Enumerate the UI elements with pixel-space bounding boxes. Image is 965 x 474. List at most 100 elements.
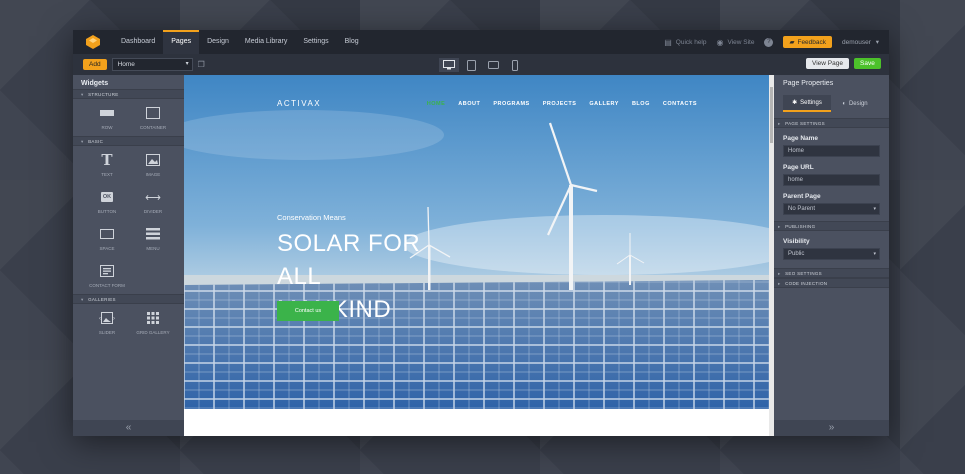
page-url-input[interactable]: home <box>783 174 880 186</box>
text-icon: T <box>101 151 113 169</box>
collapse-right-panel-button[interactable]: » <box>774 420 889 436</box>
section-basic[interactable]: ▾ BASIC <box>73 136 184 146</box>
phone-icon[interactable] <box>505 58 525 72</box>
quick-help-label: Quick help <box>675 38 707 46</box>
quick-help-link[interactable]: ▤ Quick help <box>664 38 706 47</box>
widget-grid-gallery[interactable]: GRID GALLERY <box>130 310 176 335</box>
properties-tabs: ✱ Settings ◐ Design <box>783 95 880 112</box>
feedback-label: Feedback <box>797 38 827 46</box>
nav-blog[interactable]: Blog <box>337 30 367 54</box>
nav-design[interactable]: Design <box>199 30 237 54</box>
site-menu-home[interactable]: HOME <box>427 101 446 107</box>
slider-icon: ‹ › <box>99 310 115 326</box>
page-name-input[interactable]: Home <box>783 145 880 157</box>
nav-media-library[interactable]: Media Library <box>237 30 295 54</box>
widget-container[interactable]: CONTAINER <box>130 105 176 130</box>
save-button[interactable]: Save <box>854 58 881 69</box>
top-navbar: Dashboard Pages Design Media Library Set… <box>73 30 889 54</box>
widget-menu-label: MENU <box>146 246 160 251</box>
user-menu[interactable]: demouser ▾ <box>842 38 879 46</box>
row-icon <box>100 105 114 121</box>
section-code-label: CODE INJECTION <box>785 281 828 286</box>
desktop-icon[interactable] <box>439 58 459 72</box>
hero-subtitle[interactable]: Conservation Means <box>277 213 346 222</box>
site-menu-blog[interactable]: BLOG <box>632 101 650 107</box>
page-properties-title: Page Properties <box>783 80 834 87</box>
site-menu: HOME ABOUT PROGRAMS PROJECTS GALLERY BLO… <box>414 101 697 107</box>
section-page-settings[interactable]: ▸ PAGE SETTINGS <box>774 118 889 128</box>
widget-image[interactable]: IMAGE <box>130 152 176 177</box>
section-publishing[interactable]: ▸ PUBLISHING <box>774 221 889 231</box>
site-menu-gallery[interactable]: GALLERY <box>589 101 619 107</box>
editor-toolbar: Add Home ▾ ❐ View Page Save <box>73 54 889 75</box>
site-menu-programs[interactable]: PROGRAMS <box>493 101 529 107</box>
widgets-title: Widgets <box>81 80 109 87</box>
page-url-label: Page URL <box>783 164 814 171</box>
add-button[interactable]: Add <box>83 59 107 70</box>
tab-design[interactable]: ◐ Design <box>831 95 879 112</box>
widget-slider[interactable]: ‹ › SLIDER <box>84 310 130 335</box>
contact-us-button[interactable]: Contact us <box>277 301 339 321</box>
section-seo-label: SEO SETTINGS <box>785 271 822 276</box>
page-url-value: home <box>788 177 804 183</box>
widget-divider[interactable]: ⟷ DIVIDER <box>130 189 176 215</box>
widget-row[interactable]: ROW <box>84 105 130 130</box>
collapse-arrow-icon: ▾ <box>81 92 84 97</box>
space-icon <box>100 226 114 242</box>
visibility-value: Public <box>788 251 805 257</box>
hero-section[interactable]: ACTIVAX HOME ABOUT PROGRAMS PROJECTS GAL… <box>184 75 770 409</box>
scrollbar-thumb[interactable] <box>770 87 773 143</box>
section-basic-label: BASIC <box>88 139 104 144</box>
menu-icon <box>146 226 160 242</box>
page-canvas[interactable]: ACTIVAX HOME ABOUT PROGRAMS PROJECTS GAL… <box>184 75 770 436</box>
page-name-value: Home <box>788 148 805 154</box>
site-header: ACTIVAX HOME ABOUT PROGRAMS PROJECTS GAL… <box>277 99 697 108</box>
tab-settings[interactable]: ✱ Settings <box>783 95 831 112</box>
parent-page-select[interactable]: No Parent ▾ <box>783 203 880 215</box>
collapse-left-panel-button[interactable]: « <box>73 420 184 436</box>
svg-text:›: › <box>113 316 115 322</box>
section-structure-label: STRUCTURE <box>88 92 119 97</box>
nav-dashboard[interactable]: Dashboard <box>113 30 163 54</box>
site-logo[interactable]: ACTIVAX <box>277 99 321 108</box>
widget-button[interactable]: OK BUTTON <box>84 189 130 214</box>
nav-pages[interactable]: Pages <box>163 30 200 54</box>
view-page-button[interactable]: View Page <box>806 58 849 69</box>
tablet-portrait-icon[interactable] <box>461 58 481 72</box>
app-logo-icon[interactable] <box>79 30 107 54</box>
widget-space[interactable]: SPACE <box>84 226 130 251</box>
section-galleries-label: GALLERIES <box>88 297 116 302</box>
nav-settings[interactable]: Settings <box>295 30 336 54</box>
brush-icon: ◐ <box>842 100 846 107</box>
username: demouser <box>842 39 871 46</box>
container-icon <box>146 105 160 121</box>
tab-design-label: Design <box>848 100 868 107</box>
widget-menu[interactable]: MENU <box>130 226 176 251</box>
site-menu-about[interactable]: ABOUT <box>458 101 480 107</box>
structure-widgets: ROW CONTAINER <box>73 99 184 136</box>
visibility-label: Visibility <box>783 238 810 245</box>
page-properties-panel: Page Properties ✱ Settings ◐ Design ▸ PA… <box>774 75 889 436</box>
page-name-label: Page Name <box>783 135 819 142</box>
editor-window: Dashboard Pages Design Media Library Set… <box>73 30 889 436</box>
section-code-injection[interactable]: ▸ CODE INJECTION <box>774 278 889 288</box>
page-select[interactable]: Home ▾ <box>111 58 193 71</box>
widget-contact-form[interactable]: CONTACT FORM <box>84 263 130 288</box>
widget-button-label: BUTTON <box>97 209 117 214</box>
tablet-landscape-icon[interactable] <box>483 58 503 72</box>
section-galleries[interactable]: ▾ GALLERIES <box>73 294 184 304</box>
book-icon: ▤ <box>664 37 672 47</box>
feedback-button[interactable]: ▰ Feedback <box>783 36 833 48</box>
section-seo-settings[interactable]: ▸ SEO SETTINGS <box>774 268 889 278</box>
site-menu-contacts[interactable]: CONTACTS <box>663 101 697 107</box>
visibility-select[interactable]: Public ▾ <box>783 248 880 260</box>
view-site-label: View Site <box>727 38 755 46</box>
copy-page-icon[interactable]: ❐ <box>198 60 205 69</box>
site-menu-projects[interactable]: PROJECTS <box>543 101 577 107</box>
widget-text[interactable]: T TEXT <box>84 151 130 177</box>
view-site-link[interactable]: ◉ View Site <box>717 38 755 47</box>
section-structure[interactable]: ▾ STRUCTURE <box>73 89 184 99</box>
help-button[interactable]: ? <box>764 37 774 47</box>
parent-page-value: No Parent <box>788 206 816 212</box>
widget-text-label: TEXT <box>101 172 113 177</box>
